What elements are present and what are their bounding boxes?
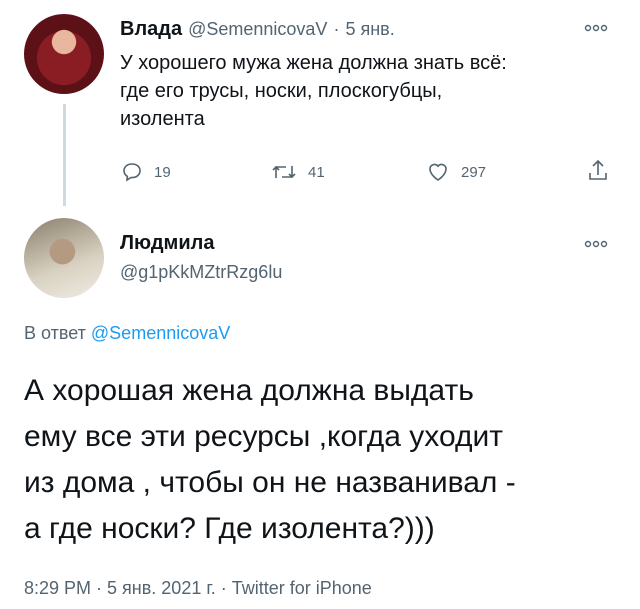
tweet2-text: А хорошая жена должна выдать ему все эти… bbox=[24, 368, 624, 552]
like-count: 297 bbox=[461, 163, 487, 181]
reply-to-handle-link[interactable]: @SemennicovaV bbox=[91, 323, 230, 343]
reply-action[interactable]: 19 bbox=[120, 160, 171, 184]
tweet1-author-handle[interactable]: @SemennicovaV bbox=[188, 19, 327, 40]
tweet2-author-name[interactable]: Людмила bbox=[120, 232, 214, 255]
tweet2-text-line: из дома , чтобы он не названивал - bbox=[24, 466, 516, 499]
tweet2-author-handle[interactable]: @g1pKkMZtrRzg6lu bbox=[120, 262, 282, 283]
tweet2-timestamp-source[interactable]: 8:29 PM · 5 янв. 2021 г. · Twitter for i… bbox=[24, 578, 372, 599]
share-action[interactable] bbox=[586, 158, 620, 184]
tweet2-text-line: ему все эти ресурсы ,когда уходит bbox=[24, 420, 503, 453]
heart-icon bbox=[429, 163, 447, 181]
reply-to-prefix: В ответ bbox=[24, 323, 86, 343]
tweet2-text-line: а где носки? Где изолента?))) bbox=[24, 512, 435, 545]
tweet2-more-icon[interactable] bbox=[584, 236, 608, 252]
thread-line bbox=[63, 104, 66, 206]
avatar-vlada[interactable] bbox=[24, 14, 104, 94]
reply-to-line: В ответ @SemennicovaV bbox=[24, 323, 230, 344]
tweet1-header: Влада @SemennicovaV · 5 янв. bbox=[120, 18, 395, 41]
tweet1-text-line: где его трусы, носки, плоскогубцы, bbox=[120, 80, 443, 102]
tweet1-text: У хорошего мужа жена должна знать всё: г… bbox=[120, 49, 507, 133]
reply-count: 19 bbox=[154, 163, 171, 181]
like-action[interactable]: 297 bbox=[425, 160, 486, 184]
tweet1-date[interactable]: 5 янв. bbox=[345, 19, 394, 40]
tweet1-author-name[interactable]: Влада bbox=[120, 18, 182, 41]
share-icon bbox=[589, 159, 607, 180]
retweet-count: 41 bbox=[308, 163, 325, 181]
tweet1-separator: · bbox=[333, 19, 340, 39]
retweet-action[interactable]: 41 bbox=[270, 160, 325, 184]
tweet1-text-line: У хорошего мужа жена должна знать всё: bbox=[120, 52, 507, 74]
reply-icon bbox=[123, 163, 141, 182]
tweet2-text-line: А хорошая жена должна выдать bbox=[24, 374, 474, 407]
avatar-ludmila[interactable] bbox=[24, 218, 104, 298]
retweet-icon bbox=[272, 165, 296, 179]
tweet1-more-icon[interactable] bbox=[584, 20, 608, 36]
tweet1-text-line: изолента bbox=[120, 108, 205, 130]
